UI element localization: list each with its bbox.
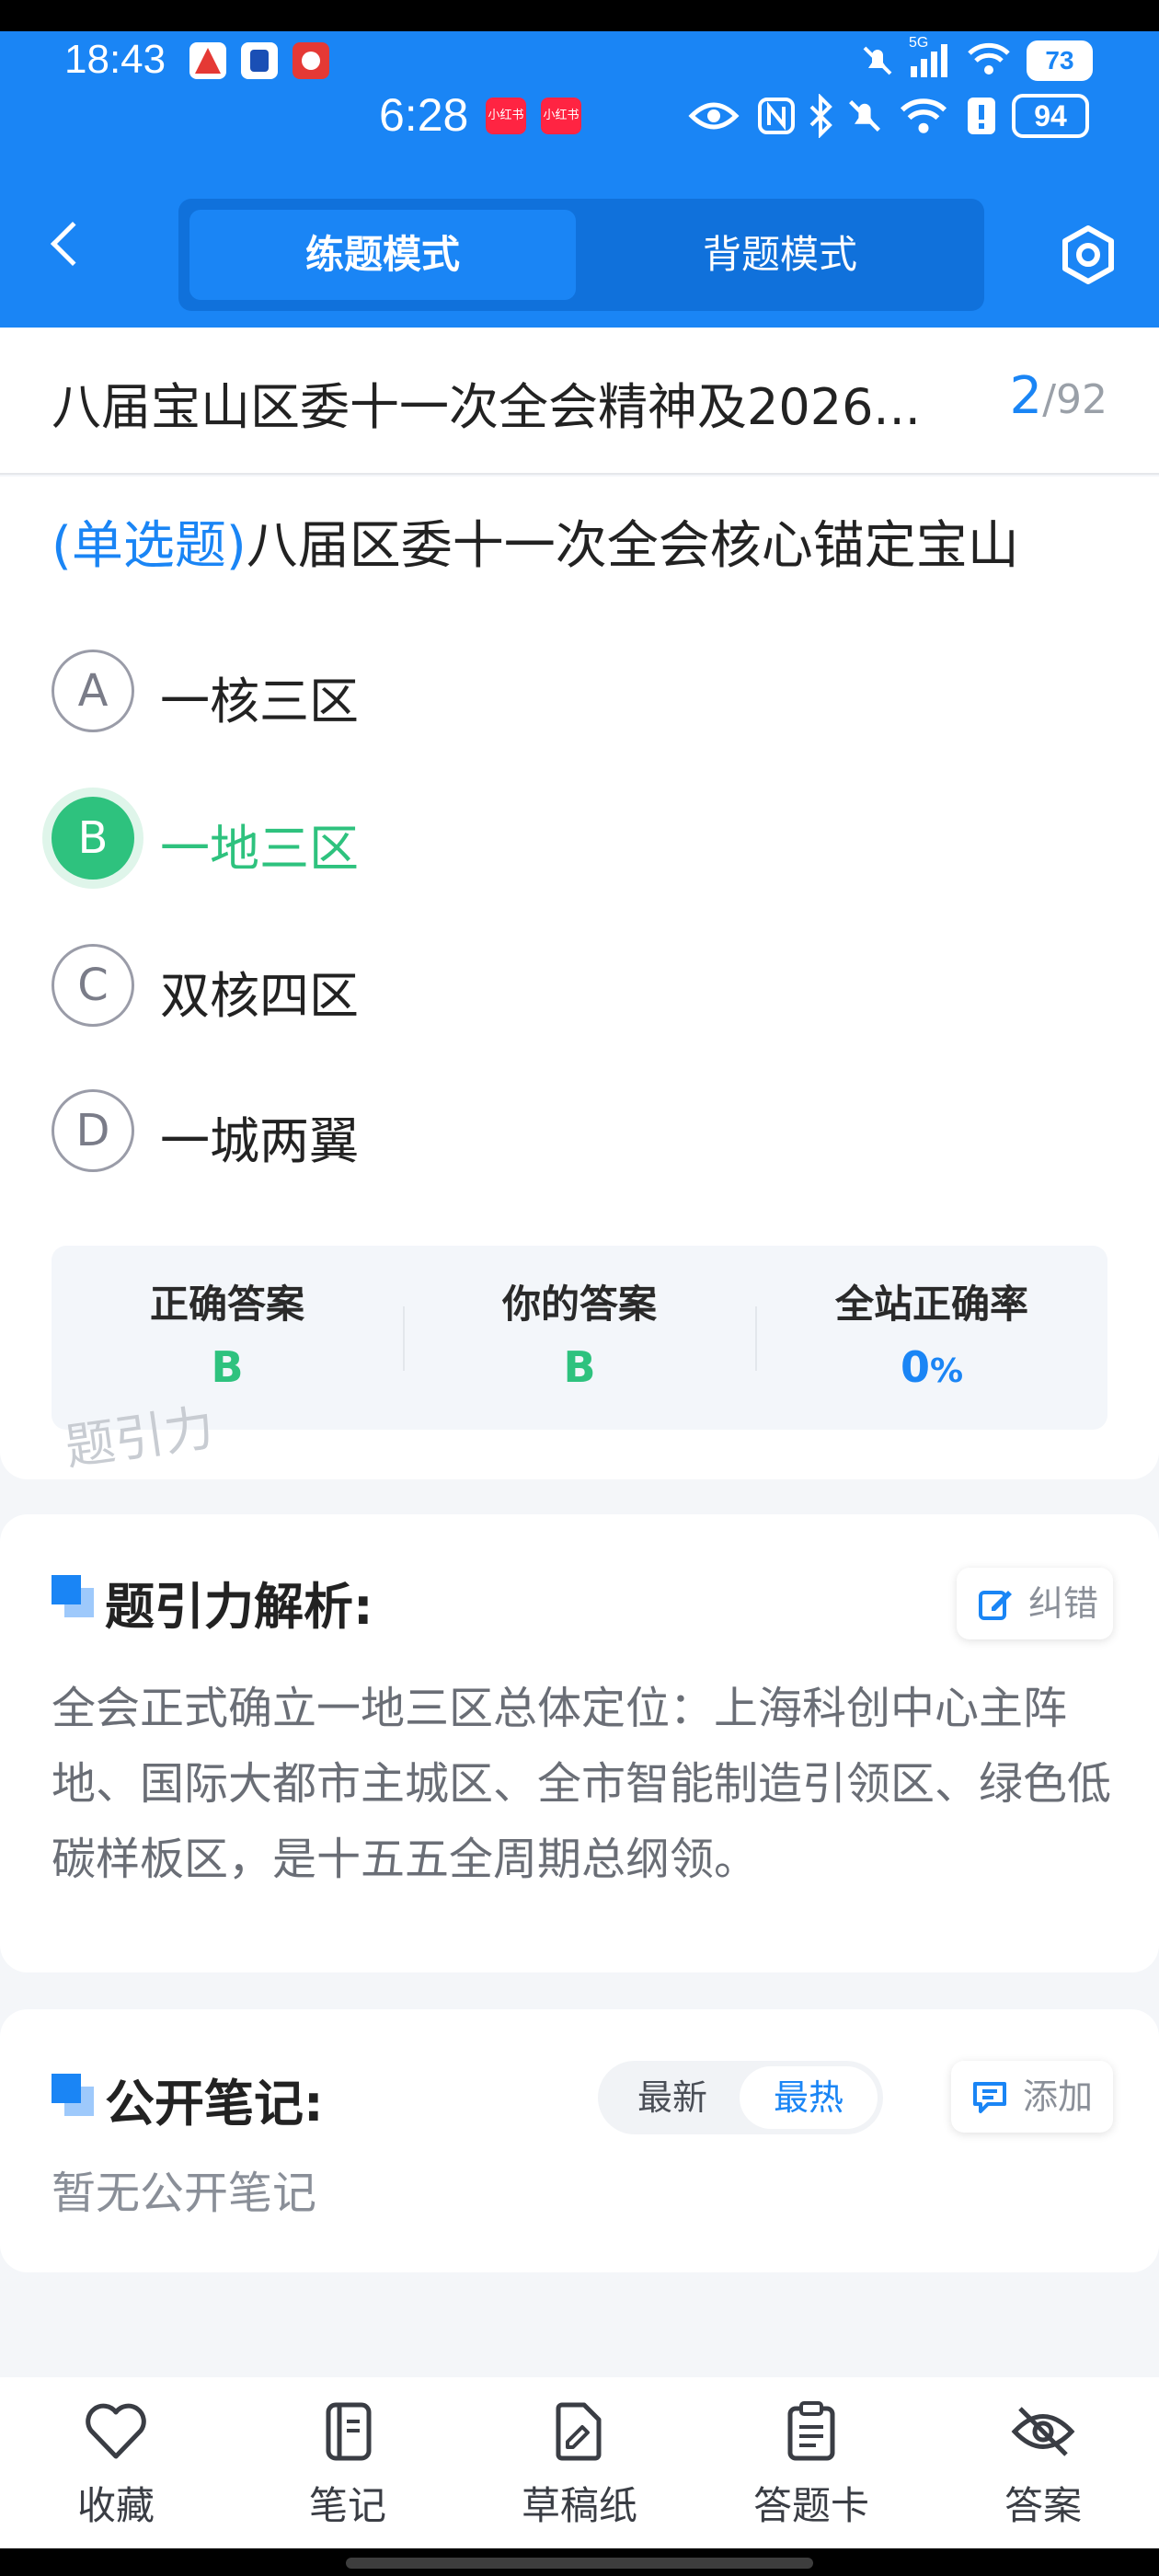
quiz-title-bar: 八届宝山区委十一次全会精神及2026... 2/92: [0, 328, 1159, 475]
question-card: (单选题)八届区委十一次全会核心锚定宝山 A 一核三区 B 一地三区 C 双核四…: [0, 477, 1159, 1479]
option-a[interactable]: A 一核三区: [52, 650, 1063, 734]
wifi-icon: [966, 40, 1012, 81]
add-note-label: 添加: [1023, 2076, 1094, 2117]
sort-latest[interactable]: 最新: [603, 2066, 741, 2129]
status-time-secondary: 6:28: [379, 89, 469, 141]
option-text: 一城两翼: [160, 1112, 359, 1170]
notes-sort-switch: 最新 最热: [598, 2061, 883, 2134]
battery-indicator: 73: [1027, 40, 1093, 81]
wifi-icon: [898, 96, 949, 140]
eye-off-icon: [1011, 2407, 1075, 2456]
option-text: 一核三区: [160, 673, 359, 730]
nfc-icon: [756, 96, 797, 140]
battery-indicator: 94: [1012, 94, 1089, 138]
favorite-label: 收藏: [76, 2483, 155, 2528]
accuracy-number: 0: [900, 1342, 930, 1392]
mode-switch: 练题模式 背题模式: [178, 199, 984, 311]
analysis-card: 题引力解析: 纠错 全会正式确立一地三区总体定位：上海科创中心主阵地、国际大都市…: [0, 1514, 1159, 1972]
mute-icon: [844, 96, 885, 140]
tab-practice-mode[interactable]: 练题模式: [189, 210, 576, 300]
quiz-title: 八届宝山区委十一次全会精神及2026...: [52, 378, 921, 436]
notes-label: 笔记: [308, 2483, 386, 2528]
section-square-icon: [52, 1575, 94, 1617]
your-answer-label: 你的答案: [501, 1282, 657, 1327]
option-d[interactable]: D 一城两翼: [52, 1089, 1063, 1174]
option-text: 一地三区: [160, 820, 359, 878]
show-answer-label: 答案: [1004, 2483, 1082, 2528]
top-edge: [0, 0, 1159, 31]
public-notes-card: 公开笔记: 最新 最热 添加 暂无公开笔记: [0, 2009, 1159, 2272]
option-letter-badge: C: [52, 944, 134, 1027]
notes-title: 公开笔记:: [105, 2075, 324, 2133]
question-text: 八届区委十一次全会核心锚定宝山: [246, 516, 1019, 576]
accuracy-unit: %: [929, 1352, 964, 1390]
answer-card-button[interactable]: 答题卡: [695, 2401, 927, 2531]
app-notification-icon: [293, 42, 329, 79]
option-text: 双核四区: [160, 967, 359, 1025]
option-b[interactable]: B 一地三区: [52, 797, 1063, 881]
home-indicator[interactable]: [346, 2558, 813, 2569]
eye-icon: [688, 98, 740, 138]
mute-icon: [859, 42, 896, 83]
option-letter-badge: B: [52, 797, 134, 880]
option-letter-badge: D: [52, 1089, 134, 1172]
correct-answer-label: 正确答案: [149, 1282, 304, 1327]
your-answer-block: 你的答案 B: [404, 1246, 755, 1430]
notebook-icon: [326, 2402, 372, 2461]
correct-answer-value: B: [211, 1342, 244, 1392]
accuracy-value: 0%: [756, 1342, 1107, 1392]
accuracy-label: 全站正确率: [834, 1282, 1028, 1327]
question-type-label: (单选题): [52, 516, 247, 576]
report-error-label: 纠错: [1028, 1583, 1099, 1624]
answer-card-label: 答题卡: [752, 2483, 869, 2528]
accuracy-block: 全站正确率 0%: [756, 1246, 1107, 1430]
comment-icon: [973, 2082, 1006, 2113]
bottom-toolbar: 收藏 笔记 草稿纸 答题卡 答案: [0, 2377, 1159, 2548]
report-error-button[interactable]: 纠错: [957, 1568, 1113, 1639]
xiaohongshu-icon: 小红书: [486, 98, 526, 134]
add-note-button[interactable]: 添加: [951, 2061, 1113, 2133]
section-square-icon: [52, 2074, 94, 2116]
draft-paper-label: 草稿纸: [521, 2483, 637, 2528]
option-letter-badge: A: [52, 650, 134, 732]
answer-card-icon: [787, 2401, 835, 2461]
bluetooth-icon: [804, 93, 837, 142]
empty-notes-text: 暂无公开笔记: [52, 2168, 317, 2219]
edit-icon: [979, 1591, 1012, 1620]
status-time-primary: 18:43: [64, 37, 166, 82]
draft-paper-button[interactable]: 草稿纸: [464, 2401, 695, 2531]
heart-icon: [86, 2403, 146, 2459]
network-type-label: 5G: [909, 35, 929, 51]
current-question-number: 2: [1009, 366, 1043, 426]
total-questions: /92: [1042, 376, 1107, 423]
question-counter: 2/92: [1010, 366, 1107, 426]
sort-hot[interactable]: 最热: [740, 2066, 878, 2129]
xiaohongshu-icon: 小红书: [541, 98, 581, 134]
tab-memorize-mode[interactable]: 背题模式: [587, 210, 973, 300]
notes-button[interactable]: 笔记: [232, 2401, 464, 2531]
question-stem: (单选题)八届区委十一次全会核心锚定宝山: [52, 504, 1019, 579]
your-answer-value: B: [563, 1342, 596, 1392]
analysis-title: 题引力解析:: [105, 1578, 373, 1636]
app-notification-icon: [241, 42, 278, 79]
alert-icon: [966, 96, 997, 140]
option-c[interactable]: C 双核四区: [52, 944, 1063, 1029]
app-notification-icon: [189, 42, 226, 79]
show-answer-button[interactable]: 答案: [927, 2401, 1159, 2531]
settings-gear-icon[interactable]: [1058, 224, 1119, 289]
draft-icon: [556, 2402, 602, 2461]
analysis-text: 全会正式确立一地三区总体定位：上海科创中心主阵地、国际大都市主城区、全市智能制造…: [52, 1683, 1112, 1885]
favorite-button[interactable]: 收藏: [0, 2401, 232, 2531]
